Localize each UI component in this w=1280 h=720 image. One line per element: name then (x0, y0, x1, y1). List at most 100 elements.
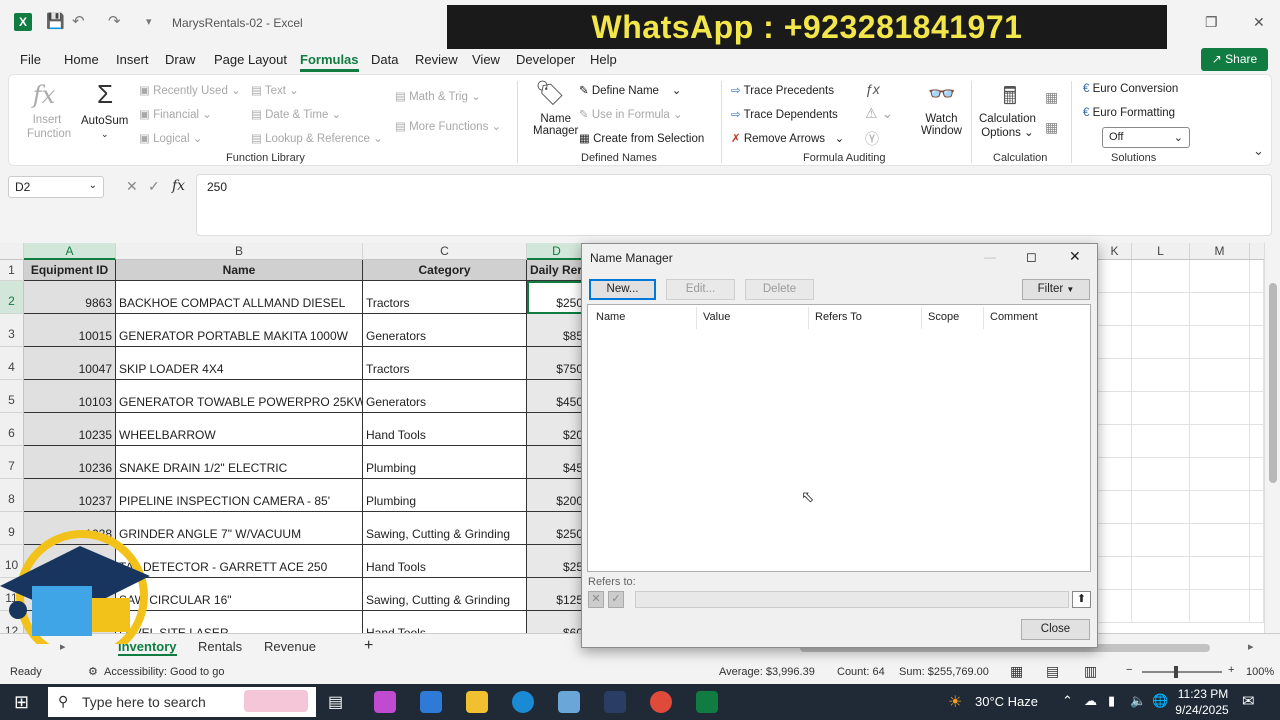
tab-review[interactable]: Review (415, 52, 458, 67)
file-explorer-icon[interactable] (466, 691, 488, 713)
maximize-icon[interactable]: ◻ (1026, 249, 1037, 265)
store-icon[interactable] (420, 691, 442, 713)
zoom-slider-thumb[interactable] (1174, 666, 1178, 678)
watch-window-icon[interactable]: 👓 (925, 81, 959, 107)
page-break-view-icon[interactable]: ▥ (1084, 663, 1097, 680)
empty-cell[interactable] (1250, 326, 1264, 359)
edge-icon[interactable] (512, 691, 534, 713)
zoom-in-icon[interactable]: + (1228, 664, 1234, 676)
filter-button[interactable]: Filter ▼ (1022, 279, 1090, 300)
cell-category[interactable]: Sawing, Cutting & Grinding (363, 578, 527, 611)
date-time-button[interactable]: ▤ Date & Time ⌄ (251, 107, 341, 121)
insert-function-button[interactable]: Insert Function (27, 113, 71, 141)
row-header[interactable]: 2 (0, 281, 24, 314)
name-box[interactable]: D2 ⌄ (8, 176, 104, 198)
empty-cell[interactable] (1190, 392, 1250, 425)
cell-daily-rate[interactable]: $450 (527, 380, 587, 413)
column-header-b[interactable]: B (116, 243, 363, 260)
euro-conversion-button[interactable]: € Euro Conversion (1083, 83, 1178, 95)
show-formulas-icon[interactable]: ƒx (865, 81, 880, 97)
scroll-right-icon[interactable]: ▸ (1248, 640, 1254, 653)
recently-used-button[interactable]: ▣ Recently Used ⌄ (139, 83, 241, 97)
watch-window-button[interactable]: Watch Window (921, 113, 962, 137)
header-cell-category[interactable]: Category (363, 260, 527, 281)
cell-daily-rate[interactable]: $60 (527, 611, 587, 633)
save-icon[interactable]: 💾 (46, 12, 65, 30)
app-icon[interactable] (558, 691, 580, 713)
row-header[interactable]: 3 (0, 314, 24, 347)
cell-category[interactable]: Sawing, Cutting & Grinding (363, 512, 527, 545)
error-checking-icon[interactable]: ⚠ ⌄ (865, 105, 893, 122)
empty-cell[interactable] (1190, 458, 1250, 491)
empty-cell[interactable] (1132, 590, 1190, 623)
autosum-icon[interactable]: Σ (91, 79, 119, 110)
cell-name[interactable]: SNAKE DRAIN 1/2" ELECTRIC (116, 446, 363, 479)
empty-cell[interactable] (1132, 425, 1190, 458)
cell-equipment-id[interactable]: 10237 (24, 479, 116, 512)
tab-insert[interactable]: Insert (116, 52, 149, 67)
empty-cell[interactable] (1098, 557, 1132, 590)
vertical-scrollbar[interactable] (1264, 243, 1280, 633)
task-view-icon[interactable]: ▤ (328, 692, 343, 712)
empty-cell[interactable] (1098, 590, 1132, 623)
empty-cell[interactable] (1250, 458, 1264, 491)
cell-daily-rate[interactable]: $85 (527, 314, 587, 347)
normal-view-icon[interactable]: ▦ (1010, 663, 1023, 680)
cell-name[interactable]: SKIP LOADER 4X4 (116, 347, 363, 380)
empty-cell[interactable] (1190, 491, 1250, 524)
cell-name[interactable]: GENERATOR PORTABLE MAKITA 1000W (116, 314, 363, 347)
empty-cell[interactable] (1250, 392, 1264, 425)
cell-equipment-id[interactable]: 10236 (24, 446, 116, 479)
formula-input[interactable]: 250 (196, 174, 1272, 236)
empty-cell[interactable] (1098, 293, 1132, 326)
tab-view[interactable]: View (472, 52, 500, 67)
empty-cell[interactable] (1098, 491, 1132, 524)
calculate-sheet-icon[interactable]: ▦ (1045, 119, 1058, 136)
logical-button[interactable]: ▣ Logical ⌄ (139, 131, 202, 145)
search-highlight-icon[interactable] (244, 690, 308, 712)
list-header-name[interactable]: Name (596, 311, 625, 323)
tab-formulas[interactable]: Formulas (300, 52, 359, 72)
empty-cell[interactable] (1098, 326, 1132, 359)
header-cell-daily-rate[interactable]: Daily Rer (527, 260, 587, 281)
notifications-icon[interactable]: ✉ (1242, 692, 1255, 710)
financial-button[interactable]: ▣ Financial ⌄ (139, 107, 212, 121)
insert-function-fx-icon[interactable]: fx (172, 178, 185, 194)
tab-help[interactable]: Help (590, 52, 617, 67)
tab-page-layout[interactable]: Page Layout (214, 52, 287, 67)
name-manager-button[interactable]: Name Manager (533, 113, 578, 137)
trace-precedents-button[interactable]: ⇨ Trace Precedents (731, 83, 834, 97)
empty-cell[interactable] (1098, 524, 1132, 557)
empty-cell[interactable] (1098, 359, 1132, 392)
empty-cell[interactable] (1190, 590, 1250, 623)
empty-cell[interactable] (1250, 293, 1264, 326)
create-from-selection-button[interactable]: ▦ Create from Selection (579, 131, 704, 145)
status-accessibility[interactable]: Accessibility: Good to go (104, 666, 224, 678)
empty-cell[interactable] (1190, 557, 1250, 590)
empty-cell[interactable] (1098, 458, 1132, 491)
header-cell-equipment-id[interactable]: Equipment ID (24, 260, 116, 281)
empty-cell[interactable] (1132, 491, 1190, 524)
customize-qat-icon[interactable]: ▾ (146, 15, 152, 28)
name-manager-icon[interactable]: 🏷 (535, 79, 565, 108)
select-all-corner[interactable] (0, 243, 24, 260)
row-header[interactable]: 4 (0, 347, 24, 380)
scrollbar-thumb[interactable] (1269, 283, 1277, 483)
new-name-button[interactable]: New... (589, 279, 656, 300)
windows-start-icon[interactable]: ⊞ (14, 692, 29, 713)
cell-equipment-id[interactable]: 10103 (24, 380, 116, 413)
row-header[interactable]: 6 (0, 413, 24, 446)
empty-cell[interactable] (1250, 524, 1264, 557)
row-header[interactable]: 8 (0, 479, 24, 512)
cell-daily-rate[interactable]: $20 (527, 413, 587, 446)
chrome-icon[interactable] (650, 691, 672, 713)
calculate-now-icon[interactable]: ▦ (1045, 89, 1058, 106)
calculation-options-button[interactable]: Calculation Options ⌄ (979, 113, 1036, 139)
evaluate-formula-icon[interactable]: Ⓨ (865, 129, 879, 149)
column-header-k[interactable]: K (1098, 243, 1132, 260)
undo-icon[interactable]: ↶ (72, 12, 85, 30)
close-button[interactable]: Close (1021, 619, 1090, 640)
cell-category[interactable]: Hand Tools (363, 611, 527, 633)
cell-category[interactable]: Hand Tools (363, 413, 527, 446)
insert-function-icon[interactable]: fx (29, 81, 59, 109)
